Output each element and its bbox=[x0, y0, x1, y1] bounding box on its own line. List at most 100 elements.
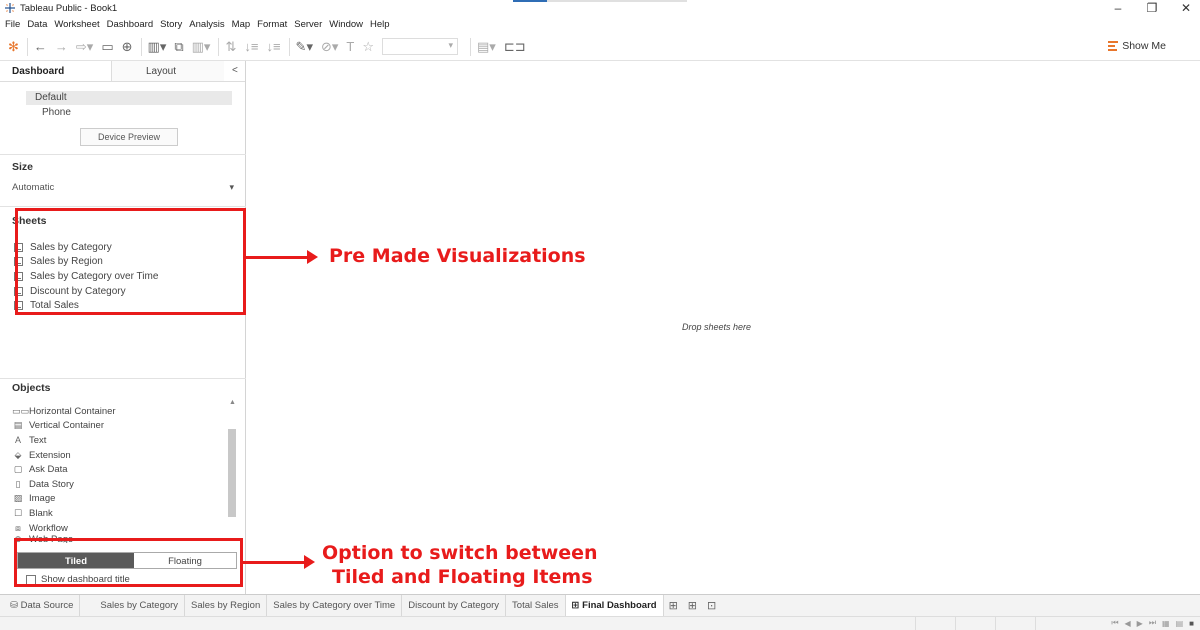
new-story-icon[interactable]: ⊡ bbox=[707, 599, 716, 612]
new-data-source-icon[interactable]: ⊕ bbox=[122, 39, 133, 55]
tiled-arrow-head bbox=[304, 555, 315, 569]
menu-help[interactable]: Help bbox=[370, 19, 390, 30]
prev-sheet-icon[interactable]: ◀ bbox=[1125, 619, 1131, 628]
replay-icon[interactable]: ⇨▾ bbox=[76, 39, 93, 55]
menu-file[interactable]: File bbox=[5, 19, 20, 30]
sheet-tab[interactable]: Sales by Category bbox=[80, 594, 186, 617]
show-me-label: Show Me bbox=[1122, 40, 1166, 52]
object-item[interactable]: ⧈ Workflow bbox=[12, 521, 116, 536]
tab-label: Data Source bbox=[20, 599, 74, 611]
new-worksheet-icon[interactable]: ⊞ bbox=[669, 599, 678, 612]
object-item[interactable]: ▯ Data Story bbox=[12, 477, 116, 492]
menu-story[interactable]: Story bbox=[160, 19, 182, 30]
save-icon[interactable]: ▭ bbox=[101, 39, 113, 55]
device-default[interactable]: Default bbox=[26, 91, 232, 105]
next-sheet-icon[interactable]: ▶ bbox=[1137, 619, 1143, 628]
menu-server[interactable]: Server bbox=[294, 19, 322, 30]
object-label: Ask Data bbox=[29, 464, 68, 476]
object-label: Blank bbox=[29, 507, 53, 519]
toolbar-separator bbox=[288, 37, 290, 56]
new-worksheet-icon[interactable]: ▥▾ bbox=[148, 39, 167, 55]
size-dropdown[interactable]: Automatic bbox=[12, 182, 240, 196]
show-cards-icon[interactable]: ▤▾ bbox=[477, 39, 496, 55]
labels-icon[interactable]: T bbox=[346, 39, 354, 54]
pin-icon[interactable]: ☆ bbox=[362, 39, 374, 55]
extension-icon: ⬙ bbox=[14, 449, 22, 460]
new-dashboard-icon[interactable]: ⊞ bbox=[688, 599, 697, 612]
title-bar: Tableau Public - Book1 – ❐ ✕ bbox=[0, 0, 1200, 16]
annotation-sheets: Pre Made Visualizations bbox=[329, 245, 586, 267]
tab-data-source[interactable]: ⛁ Data Source bbox=[0, 594, 81, 617]
undo-icon[interactable]: ← bbox=[34, 39, 47, 54]
object-label: Horizontal Container bbox=[29, 405, 116, 417]
object-label: Image bbox=[29, 493, 56, 505]
restore-button[interactable]: ❐ bbox=[1146, 1, 1158, 15]
filmstrip-icon[interactable]: ▤ bbox=[1176, 619, 1184, 628]
data-story-icon: ▯ bbox=[15, 478, 21, 489]
tableau-home-icon[interactable]: ✻ bbox=[8, 39, 19, 55]
fit-dropdown[interactable] bbox=[382, 38, 458, 55]
sheet-tab[interactable]: Discount by Category bbox=[402, 594, 507, 617]
highlight-icon[interactable]: ✎▾ bbox=[296, 39, 313, 55]
drop-sheets-placeholder[interactable]: Drop sheets here bbox=[682, 322, 751, 332]
toolbar-separator bbox=[140, 37, 142, 56]
object-item[interactable]: ▤ Vertical Container bbox=[12, 419, 116, 434]
close-button[interactable]: ✕ bbox=[1180, 1, 1192, 15]
blank-icon: ☐ bbox=[13, 507, 23, 518]
object-item[interactable]: ⬙ Extension bbox=[12, 448, 116, 463]
vertical-container-icon: ▤ bbox=[13, 420, 23, 431]
first-sheet-icon[interactable]: ⏮ bbox=[1111, 618, 1118, 628]
objects-scrollbar[interactable] bbox=[228, 429, 236, 517]
tabs-icon[interactable]: ■ bbox=[1189, 619, 1194, 628]
menu-window[interactable]: Window bbox=[329, 19, 363, 30]
device-preview-button[interactable]: Device Preview bbox=[80, 128, 178, 146]
scroll-up-icon[interactable]: ▲ bbox=[229, 399, 236, 406]
toolbar-separator bbox=[470, 37, 471, 56]
tiled-highlight-box bbox=[14, 538, 243, 587]
menu-worksheet[interactable]: Worksheet bbox=[54, 19, 99, 30]
dashboard-panel: Dashboard Layout < Default Phone Device … bbox=[0, 61, 246, 594]
menu-dashboard[interactable]: Dashboard bbox=[107, 19, 153, 30]
object-item[interactable]: ▭▭ Horizontal Container bbox=[12, 404, 116, 419]
clear-sheet-icon[interactable]: ▥▾ bbox=[192, 39, 211, 55]
group-icon[interactable]: ⊘▾ bbox=[321, 39, 338, 55]
sheet-tab[interactable]: Total Sales bbox=[506, 594, 566, 617]
sort-descending-icon[interactable]: ↓≡ bbox=[266, 39, 280, 54]
title-accent-secondary bbox=[547, 0, 687, 2]
menu-format[interactable]: Format bbox=[257, 19, 287, 30]
sheet-sorter-icon[interactable]: ▦ bbox=[1162, 619, 1170, 628]
redo-icon[interactable]: → bbox=[55, 39, 68, 54]
sheet-tab-bar: ⛁ Data Source Sales by Category Sales by… bbox=[0, 594, 1200, 617]
object-item[interactable]: ▨ Image bbox=[12, 492, 116, 507]
menu-map[interactable]: Map bbox=[232, 19, 250, 30]
horizontal-container-icon: ▭▭ bbox=[12, 405, 30, 416]
tab-label: Final Dashboard bbox=[582, 599, 657, 611]
ask-data-icon: ▢ bbox=[13, 464, 23, 475]
sheet-tab[interactable]: Sales by Category over Time bbox=[267, 594, 403, 617]
device-phone[interactable]: Phone bbox=[42, 107, 71, 118]
minimize-button[interactable]: – bbox=[1112, 1, 1124, 15]
object-label: Data Story bbox=[29, 478, 74, 490]
show-me-button[interactable]: Show Me bbox=[1108, 40, 1166, 52]
swap-icon[interactable]: ⇅ bbox=[225, 39, 236, 55]
sort-ascending-icon[interactable]: ↓≡ bbox=[244, 39, 258, 54]
tab-layout[interactable]: Layout bbox=[112, 61, 224, 81]
text-icon: A bbox=[14, 435, 21, 446]
last-sheet-icon[interactable]: ⏭ bbox=[1149, 618, 1156, 628]
tab-final-dashboard[interactable]: ⊞ Final Dashboard bbox=[565, 594, 664, 617]
tab-dashboard[interactable]: Dashboard bbox=[0, 61, 112, 81]
menu-data[interactable]: Data bbox=[27, 19, 47, 30]
object-item[interactable]: ▢ Ask Data bbox=[12, 462, 116, 477]
presentation-mode-icon[interactable]: ⊏⊐ bbox=[504, 39, 526, 55]
menu-analysis[interactable]: Analysis bbox=[189, 19, 224, 30]
sheet-tab[interactable]: Sales by Region bbox=[185, 594, 268, 617]
window-title: Tableau Public - Book1 bbox=[20, 2, 118, 14]
object-item[interactable]: ☐ Blank bbox=[12, 506, 116, 521]
object-label: Workflow bbox=[29, 522, 68, 534]
object-item[interactable]: A Text bbox=[12, 433, 116, 448]
duplicate-icon[interactable]: ⧉ bbox=[174, 39, 183, 55]
size-section: Size Automatic bbox=[0, 155, 246, 207]
objects-title: Objects bbox=[12, 382, 51, 394]
sheets-highlight-box bbox=[15, 208, 246, 315]
collapse-panel-icon[interactable]: < bbox=[224, 61, 238, 81]
